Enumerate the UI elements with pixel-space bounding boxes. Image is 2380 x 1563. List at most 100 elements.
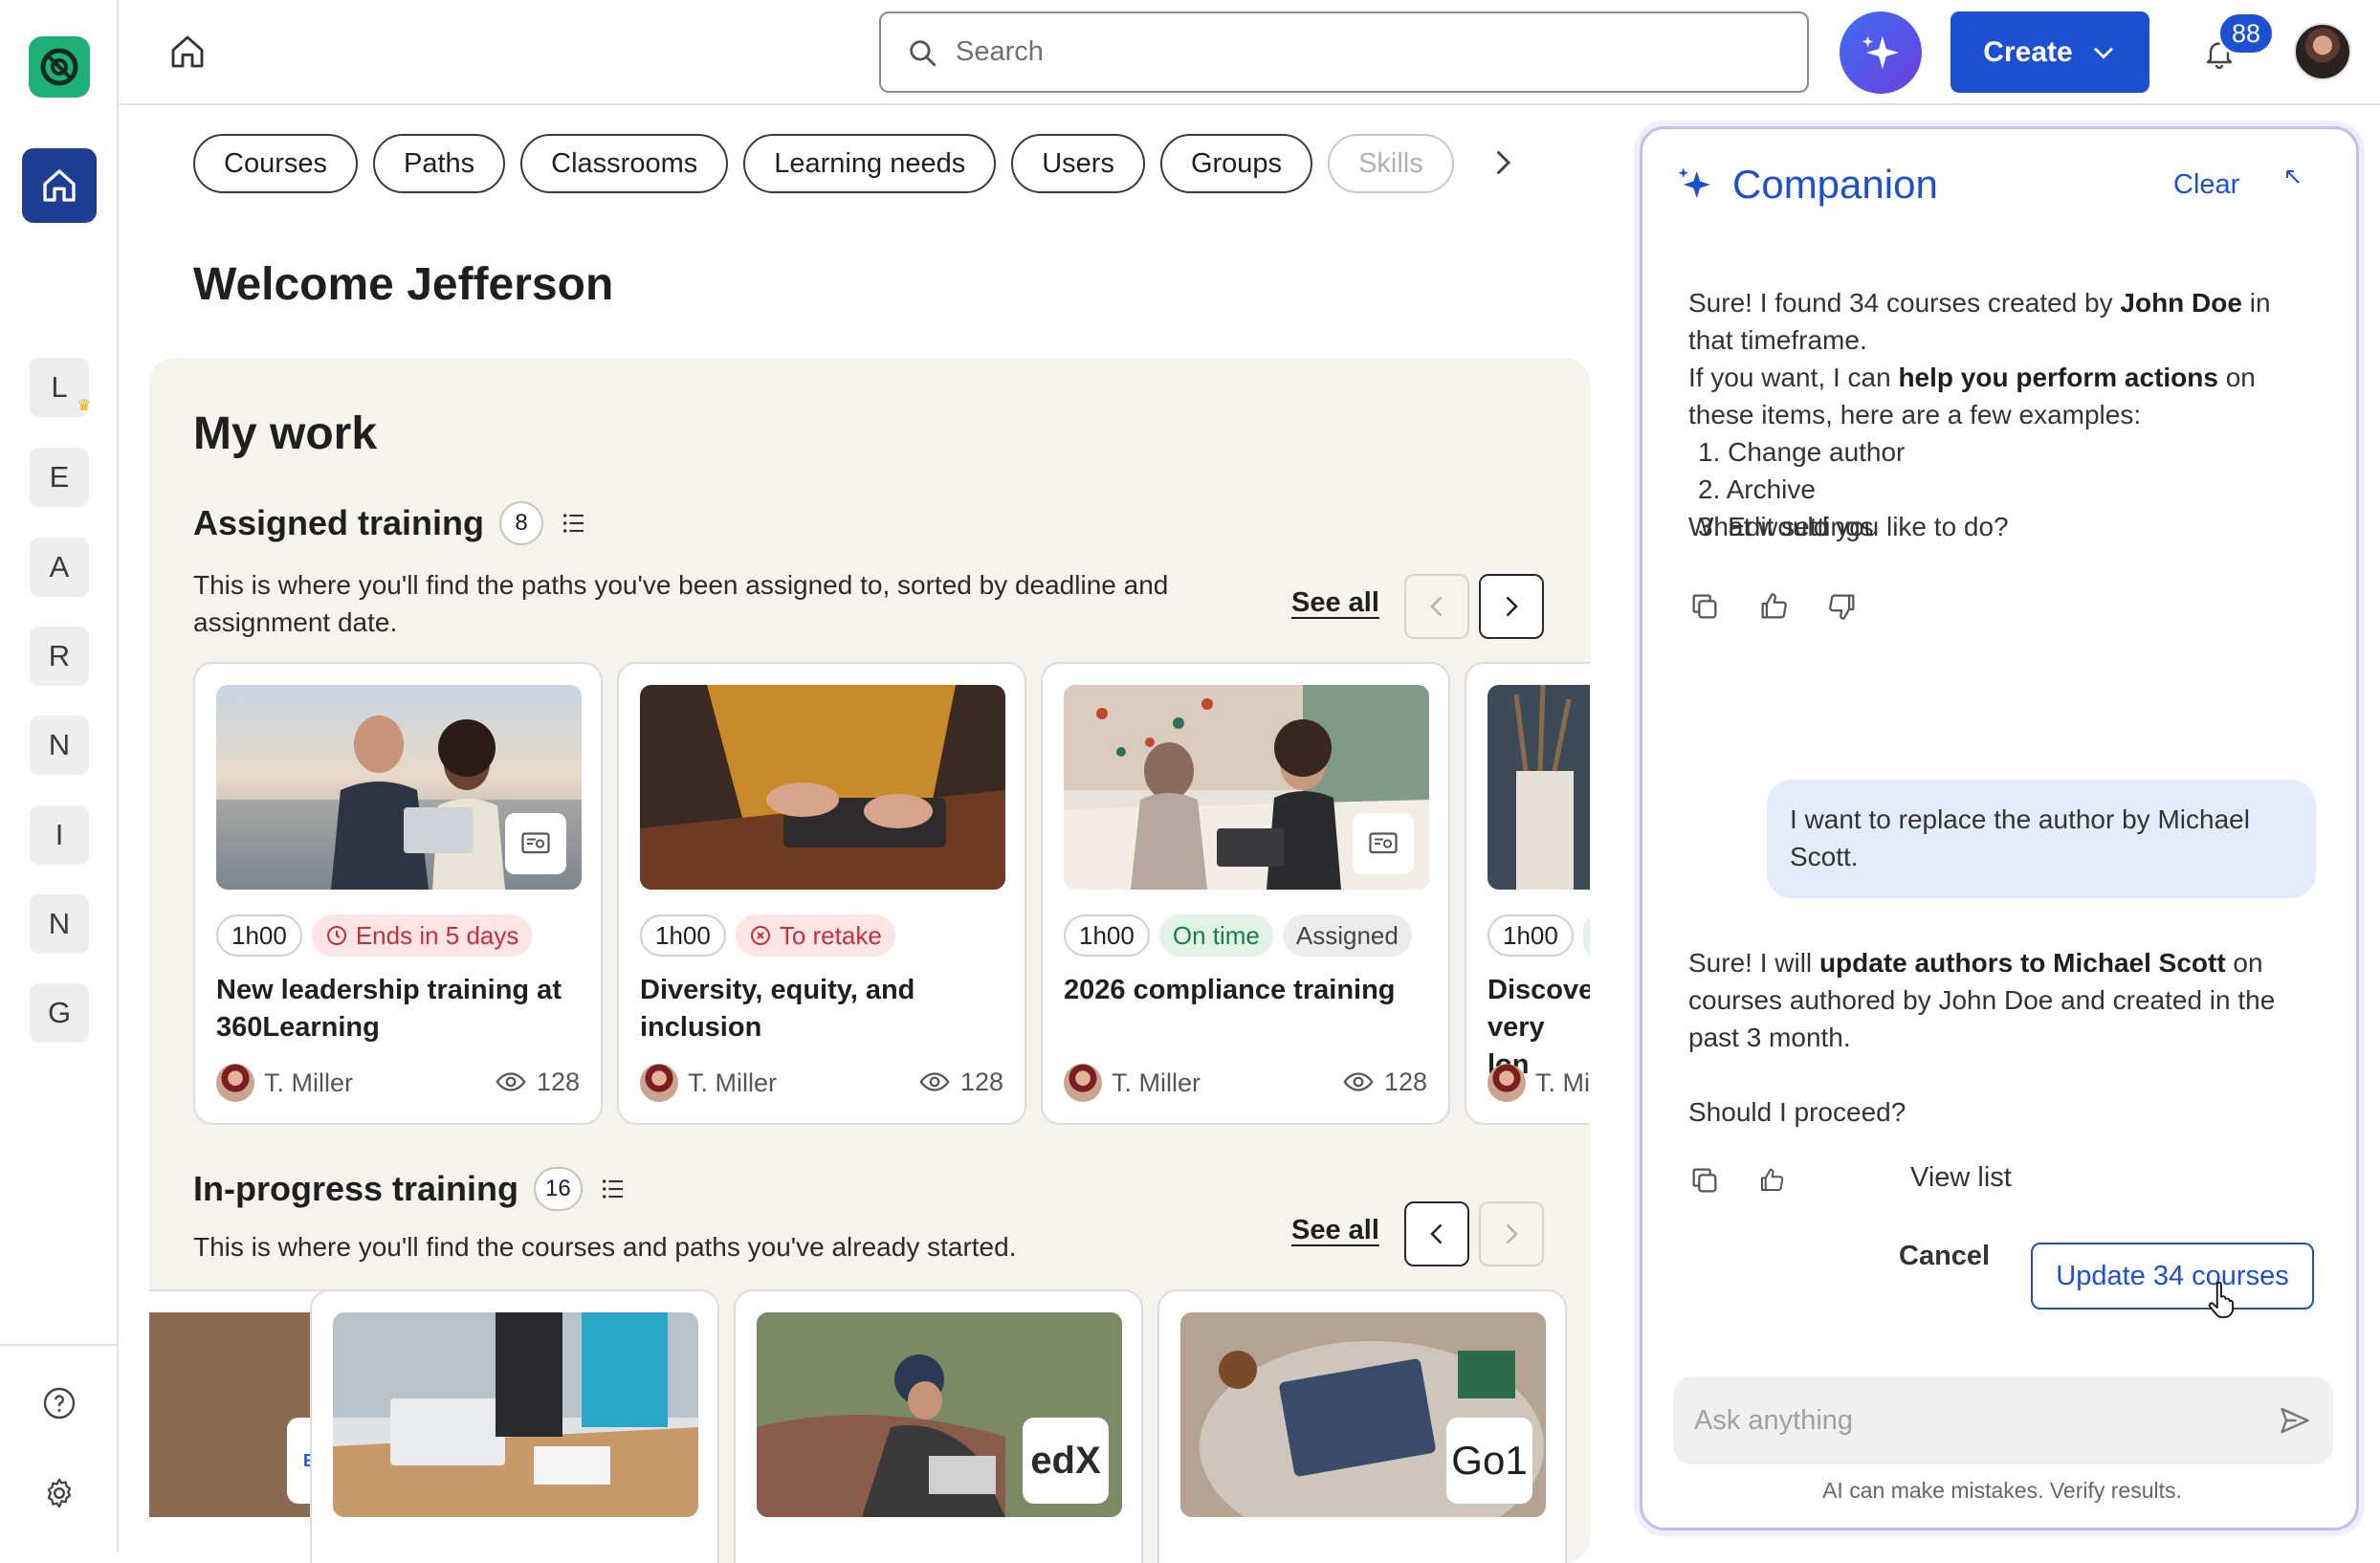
training-card[interactable]: 1h00 Discover very lon T. Mi xyxy=(1465,662,1590,1125)
chevron-down-icon xyxy=(2094,47,2113,59)
collapse-arrow-icon[interactable] xyxy=(2281,165,2304,188)
chevron-right-icon xyxy=(1507,597,1518,616)
ask-input-box[interactable] xyxy=(1673,1376,2333,1464)
eye-icon xyxy=(496,1072,526,1091)
go1-logo: Go1 xyxy=(1446,1418,1532,1504)
eye-icon xyxy=(919,1072,950,1091)
filter-paths[interactable]: Paths xyxy=(373,134,506,193)
chevron-right-icon[interactable] xyxy=(1486,145,1520,180)
workspace-r[interactable]: R xyxy=(30,627,89,686)
card-tags: 1h00 On time Assigned xyxy=(1064,914,1412,957)
eye-icon xyxy=(1343,1072,1374,1091)
crown-icon: ♛ xyxy=(77,398,91,414)
training-card[interactable]: 1h00 Ends in 5 days New leadership train… xyxy=(193,662,603,1125)
assigned-count-badge: 8 xyxy=(499,501,544,545)
companion-panel: Companion Clear Sure! I found 34 courses… xyxy=(1640,126,2359,1530)
workspace-n2[interactable]: N xyxy=(30,894,89,954)
card-thumbnail xyxy=(1064,685,1429,890)
workspace-e[interactable]: E xyxy=(30,448,89,507)
send-icon[interactable] xyxy=(2278,1403,2312,1438)
in-progress-prev-button[interactable] xyxy=(1404,1201,1469,1266)
hand-cursor-icon xyxy=(2208,1282,2234,1318)
assigned-badge: Assigned xyxy=(1282,914,1412,957)
duration-tag: 1h00 xyxy=(1064,914,1150,957)
home-icon xyxy=(43,169,76,202)
in-progress-see-all-link[interactable]: See all xyxy=(1291,1215,1379,1246)
sparkle-icon xyxy=(1862,35,1900,70)
assigned-prev-button[interactable] xyxy=(1404,574,1469,639)
filter-classrooms[interactable]: Classrooms xyxy=(520,134,729,193)
assigned-next-button[interactable] xyxy=(1479,574,1544,639)
card-author: T. Miller xyxy=(640,1064,777,1102)
filter-courses[interactable]: Courses xyxy=(193,134,358,193)
assistant-question: What would you like to do? xyxy=(1688,512,2009,541)
card-views: 128 xyxy=(918,1066,1003,1098)
status-badge: On time xyxy=(1158,914,1273,957)
duration-tag: 1h00 xyxy=(1488,914,1574,957)
card-title: New leadership training at 360Learning xyxy=(216,975,562,1043)
assistant-message: Sure! I found 34 courses created by John… xyxy=(1688,288,2271,355)
assistant-question: Should I proceed? xyxy=(1688,1097,1906,1127)
home-icon[interactable] xyxy=(168,33,207,71)
in-progress-count-badge: 16 xyxy=(534,1167,583,1211)
search-bar[interactable] xyxy=(879,11,1809,93)
app-logo[interactable] xyxy=(29,36,90,98)
view-list-link[interactable]: View list xyxy=(1910,1162,2012,1194)
list-view-icon[interactable] xyxy=(598,1174,628,1204)
filter-users[interactable]: Users xyxy=(1011,134,1145,193)
filter-groups[interactable]: Groups xyxy=(1159,134,1313,193)
ai-companion-button[interactable] xyxy=(1840,11,1922,94)
update-courses-button[interactable]: Update 34 courses xyxy=(2031,1243,2314,1310)
chevron-left-icon xyxy=(1430,597,1442,616)
my-work-title: My work xyxy=(193,408,378,459)
search-icon xyxy=(910,39,937,66)
edx-logo: edX xyxy=(1023,1418,1109,1504)
certificate-icon xyxy=(1353,813,1414,874)
thumbs-up-icon[interactable] xyxy=(1757,590,1790,623)
workspace-n[interactable]: N xyxy=(30,715,89,775)
in-progress-training-title: In-progress training xyxy=(193,1169,519,1208)
filter-skills[interactable]: Skills xyxy=(1328,134,1454,193)
course-card[interactable]: edX xyxy=(734,1289,1143,1563)
filter-learning-needs[interactable]: Learning needs xyxy=(743,134,997,193)
list-view-icon[interactable] xyxy=(559,508,589,539)
copy-icon[interactable] xyxy=(1688,1164,1721,1197)
card-title: 2026 compliance training xyxy=(1064,975,1396,1005)
user-avatar[interactable] xyxy=(2294,23,2351,80)
certificate-icon xyxy=(505,813,566,874)
thumbs-up-icon[interactable] xyxy=(1757,1166,1786,1195)
workspace-i[interactable]: I xyxy=(30,805,89,865)
rail-bottom xyxy=(0,1344,119,1346)
clear-button[interactable]: Clear xyxy=(2173,169,2239,201)
course-card[interactable] xyxy=(310,1289,719,1563)
copy-icon[interactable] xyxy=(1688,590,1721,623)
rail-home-button[interactable] xyxy=(22,148,97,223)
workspace-l[interactable]: L ♛ xyxy=(30,358,91,417)
assigned-see-all-link[interactable]: See all xyxy=(1291,587,1379,619)
course-card[interactable]: Go1 xyxy=(1157,1289,1567,1563)
cancel-button[interactable]: Cancel xyxy=(1899,1241,1990,1272)
card-tags: 1h00 xyxy=(1488,914,1590,957)
companion-title: Companion xyxy=(1732,162,1938,207)
create-button[interactable]: Create xyxy=(1950,11,2149,93)
thumbs-down-icon[interactable] xyxy=(1826,590,1859,623)
workspace-g[interactable]: G xyxy=(30,983,89,1043)
card-author: T. Mi xyxy=(1488,1064,1590,1102)
assigned-training-header: Assigned training 8 xyxy=(193,501,589,545)
settings-gear-icon[interactable] xyxy=(42,1476,77,1510)
workspace-a[interactable]: A xyxy=(30,538,89,597)
top-bar: Create 88 xyxy=(119,0,2380,105)
training-card[interactable]: 1h00 To retake Diversity, equity, and in… xyxy=(617,662,1026,1125)
ask-input[interactable] xyxy=(1694,1404,2239,1437)
duration-tag: 1h00 xyxy=(640,914,726,957)
user-message-bubble: I want to replace the author by Michael … xyxy=(1767,780,2316,898)
help-icon[interactable] xyxy=(42,1386,77,1420)
author-avatar xyxy=(1064,1064,1102,1102)
clock-icon xyxy=(326,926,346,945)
welcome-heading: Welcome Jefferson xyxy=(193,259,614,310)
in-progress-description: This is where you'll find the courses an… xyxy=(193,1232,1017,1262)
in-progress-next-button[interactable] xyxy=(1479,1201,1544,1266)
training-card[interactable]: 1h00 On time Assigned 2026 compliance tr… xyxy=(1041,662,1450,1125)
search-input[interactable] xyxy=(956,36,1721,68)
chevron-left-icon xyxy=(1430,1224,1442,1244)
